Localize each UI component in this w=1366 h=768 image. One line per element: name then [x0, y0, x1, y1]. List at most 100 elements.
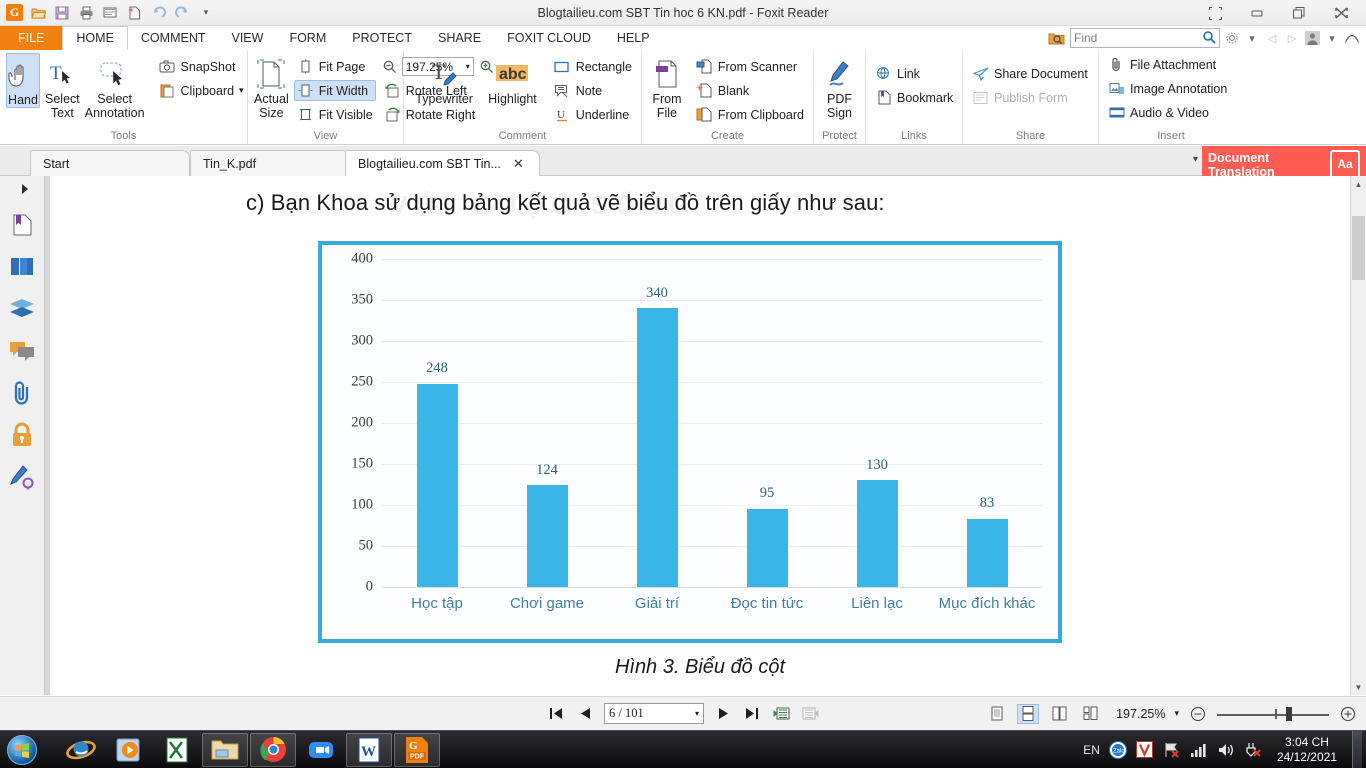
action-center-icon[interactable] [1163, 741, 1181, 759]
actual-size-button[interactable]: Actual Size [254, 53, 289, 121]
avatar[interactable] [1304, 30, 1320, 46]
underline-button[interactable]: U Underline [551, 104, 635, 125]
document-scrollbar[interactable]: ▲ ▼ [1350, 176, 1366, 695]
tab-blogtailieu[interactable]: Blogtailieu.com SBT Tin... ✕ [345, 150, 540, 176]
fullscreen-button[interactable] [1194, 1, 1236, 25]
menu-item-comment[interactable]: COMMENT [128, 26, 219, 50]
customize-qat-icon[interactable]: ▾ [197, 4, 215, 22]
fit-width-button[interactable]: Fit Width [293, 80, 376, 101]
layers-panel-icon[interactable] [7, 294, 37, 324]
tab-tin-k-pdf[interactable]: Tin_K.pdf [190, 150, 350, 176]
status-zoom-dropdown-icon[interactable]: ▾ [1174, 708, 1179, 719]
start-button[interactable] [0, 733, 44, 767]
find-options-dropdown-icon[interactable]: ▾ [1244, 30, 1260, 46]
menu-item-help[interactable]: HELP [604, 26, 663, 50]
unikey-icon[interactable] [1136, 741, 1154, 759]
page-dropdown-icon[interactable]: ▾ [695, 709, 699, 718]
snapshot-button[interactable]: SnapShot [156, 56, 247, 77]
tab-start[interactable]: Start [30, 150, 190, 176]
highlight-button[interactable]: abc Highlight [483, 53, 541, 106]
share-document-button[interactable]: Share Document [969, 63, 1091, 84]
hand-tool-button[interactable]: Hand [6, 53, 40, 109]
scroll-up-icon[interactable]: ▲ [1351, 176, 1366, 192]
find-next-icon[interactable]: ▷ [1284, 30, 1300, 46]
excel-icon[interactable] [154, 733, 200, 767]
menu-item-view[interactable]: VIEW [218, 26, 276, 50]
page-number-input[interactable]: 6 / 101 ▾ [604, 703, 704, 724]
clipboard-dropdown-icon[interactable]: ▾ [239, 85, 244, 96]
menu-item-protect[interactable]: PROTECT [339, 26, 425, 50]
last-page-button[interactable] [742, 704, 762, 724]
note-button[interactable]: Note [551, 80, 635, 101]
from-scanner-button[interactable]: From Scanner [693, 56, 807, 77]
zoom-app-icon[interactable] [298, 733, 344, 767]
scrollbar-thumb[interactable] [1352, 216, 1365, 280]
zalo-icon[interactable]: Zalo [1108, 740, 1127, 759]
audio-video-button[interactable]: Audio & Video [1105, 102, 1230, 123]
facing-view-button[interactable] [1048, 704, 1070, 724]
attachments-panel-icon[interactable] [7, 378, 37, 408]
language-indicator[interactable]: EN [1083, 743, 1100, 757]
bookmark-button[interactable]: Bookmark [872, 87, 956, 108]
status-zoom-in-button[interactable] [1338, 704, 1358, 724]
restore-button[interactable] [1278, 1, 1320, 25]
clipboard-button[interactable]: Clipboard ▾ [156, 80, 247, 101]
zoom-out-icon[interactable] [381, 58, 398, 75]
search-icon[interactable] [1202, 30, 1216, 47]
previous-page-button[interactable] [575, 704, 595, 724]
link-button[interactable]: Link [872, 63, 956, 84]
pages-panel-icon[interactable] [7, 252, 37, 282]
document-view[interactable]: VỚI CUỘC SỐNG c) Bạn Khoa sử dụng bảng k… [50, 176, 1350, 695]
continuous-facing-view-button[interactable] [1079, 704, 1101, 724]
image-annotation-button[interactable]: Image Annotation [1105, 78, 1230, 99]
file-attachment-button[interactable]: File Attachment [1105, 54, 1230, 75]
typewriter-button[interactable]: T Typewriter [410, 53, 478, 106]
cloud-icon[interactable] [1344, 30, 1360, 46]
comments-panel-icon[interactable] [7, 336, 37, 366]
account-dropdown-icon[interactable]: ▾ [1324, 30, 1340, 46]
security-panel-icon[interactable] [7, 420, 37, 450]
gear-icon[interactable] [1224, 30, 1240, 46]
scroll-down-icon[interactable]: ▼ [1351, 679, 1366, 695]
show-desktop-button[interactable] [1352, 730, 1362, 768]
expand-panel-icon[interactable] [10, 180, 40, 198]
redo-icon[interactable] [173, 4, 191, 22]
open-icon[interactable] [29, 4, 47, 22]
volume-icon[interactable] [1217, 741, 1235, 759]
blank-button[interactable]: ✳ Blank [693, 80, 807, 101]
collapse-ribbon-icon[interactable]: ▾ [1193, 154, 1198, 165]
chrome-icon[interactable] [250, 732, 296, 767]
fit-visible-button[interactable]: Fit Visible [294, 104, 376, 125]
undo-icon[interactable] [149, 4, 167, 22]
taskbar-clock[interactable]: 3:04 CH 24/12/2021 [1271, 735, 1343, 765]
continuous-view-button[interactable] [1017, 703, 1040, 724]
safely-remove-icon[interactable] [1244, 741, 1262, 759]
network-icon[interactable] [1190, 741, 1208, 759]
tab-close-icon[interactable]: ✕ [513, 156, 524, 172]
select-annotation-button[interactable]: Select Annotation [85, 53, 145, 121]
new-icon[interactable]: ✳ [125, 4, 143, 22]
email-icon[interactable] [101, 4, 119, 22]
minimize-button[interactable] [1236, 1, 1278, 25]
menu-item-foxit-cloud[interactable]: FOXIT CLOUD [494, 26, 604, 50]
fit-page-button[interactable]: Fit Page [294, 56, 376, 77]
file-explorer-icon[interactable] [202, 732, 248, 767]
menu-item-home[interactable]: HOME [62, 26, 128, 50]
foxit-reader-icon[interactable]: G PDF [394, 732, 440, 767]
menu-item-form[interactable]: FORM [276, 26, 339, 50]
zoom-slider[interactable] [1217, 704, 1329, 724]
from-file-button[interactable]: From File [648, 53, 686, 121]
word-icon[interactable]: W [346, 732, 392, 767]
next-view-button[interactable] [800, 704, 820, 724]
save-icon[interactable] [53, 4, 71, 22]
folder-search-icon[interactable] [1047, 29, 1066, 48]
rectangle-button[interactable]: Rectangle [551, 56, 635, 77]
menu-item-share[interactable]: SHARE [425, 26, 494, 50]
zoom-slider-handle[interactable] [1286, 706, 1293, 721]
search-input[interactable]: Find [1070, 28, 1220, 48]
signatures-panel-icon[interactable] [7, 462, 37, 492]
first-page-button[interactable] [546, 704, 566, 724]
bookmark-panel-icon[interactable] [7, 210, 37, 240]
close-button[interactable] [1320, 1, 1362, 25]
next-page-button[interactable] [713, 704, 733, 724]
